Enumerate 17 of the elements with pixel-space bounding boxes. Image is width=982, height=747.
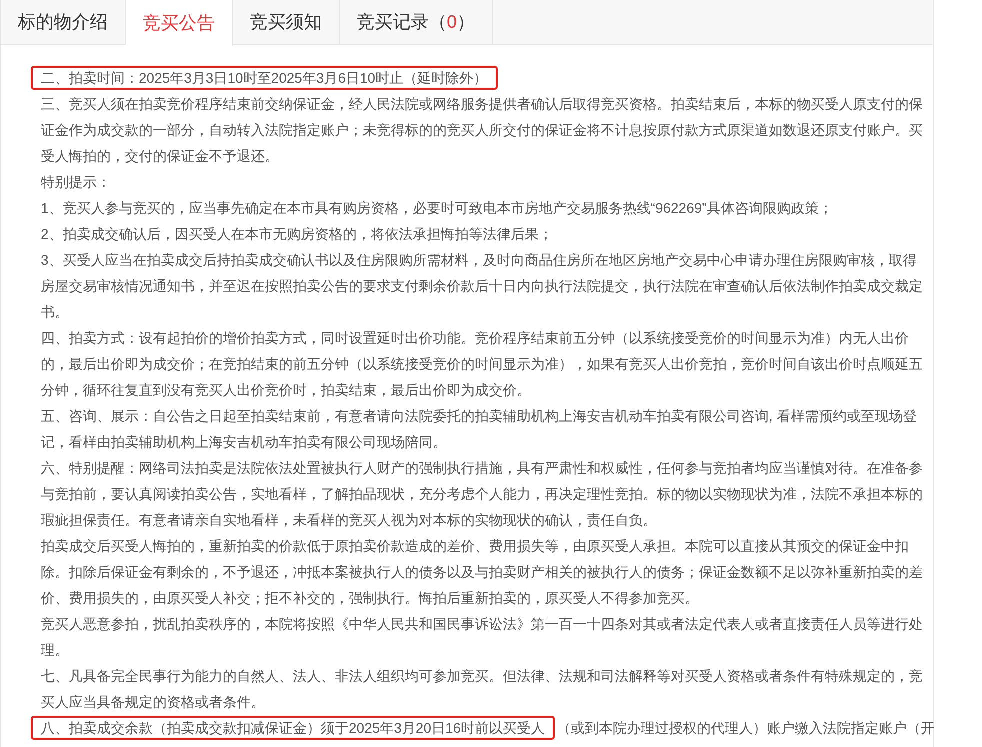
tab[interactable]: 竞买公告 bbox=[126, 0, 233, 46]
tab[interactable]: 竞买须知 bbox=[233, 0, 340, 45]
notice-text: 四、拍卖方式：设有起拍价的增价拍卖方式，同时设置延时出价功能。竞价程序结束前五分钟（以系统接受竞价的时间显示为准）内无人出价的，最后出价即为成交价；在竞拍结束的前五分钟（以系统接受竞价的时间显示为准），如果有竞买人出价竞拍，竞价时间自该出价时点顺延五分钟，循环往复直到没有竞买人出价竞价时，拍卖结束，最后出价即为成交价。 bbox=[41, 330, 923, 398]
notice-text: 2、拍卖成交确认后，因买受人在本市无购房资格的，将依法承担悔拍等法律后果； bbox=[41, 226, 553, 242]
notice-text: 七、凡具备完全民事行为能力的自然人、法人、非法人组织均可参加竞买。但法律、法规和司法解释等对买受人资格或者条件有特殊规定的，竞买人应当具备规定的资格或者条件。 bbox=[41, 668, 923, 710]
notice-text: 六、特别提醒：网络司法拍卖是法院依法处置被执行人财产的强制执行措施，具有严肃性和权威性，任何参与竞拍者均应当谨慎对待。在准备参与竞拍前，要认真阅读拍卖公告，实地看样，了解拍品现状，充分考虑个人能力，再决定理性竞拍。标的物以实物现状为准，法院不承担本标的瑕疵担保责任。有意者请亲自实地看样，未看样的竞买人视为对本标的实物现状的确认，责任自负。 bbox=[41, 460, 923, 528]
notice-text: 3、买受人应当在拍卖成交后持拍卖成交确认书以及住房限购所需材料，及时向商品住房所在地区房地产交易中心申请办理住房限购审核，取得房屋交易审核情况通知书，并至迟在按照拍卖公告的要求支付剩余价款后十日内向执行法院提交，执行法院在审查确认后依法制作拍卖成交裁定书。 bbox=[41, 252, 923, 320]
notice-text: 三、竞买人须在拍卖竞价程序结束前交纳保证金，经人民法院或网络服务提供者确认后取得竞买资格。拍卖结束后，本标的物买受人原支付的保证金作为成交款的一部分，自动转入法院指定账户；未竞得标的的竞买人所交付的保证金将不计息按原付款方式原渠道如数退还原支付账户。买受人悔拍的，交付的保证金不予退还。 bbox=[41, 96, 923, 164]
notice-text: 竞买人恶意参拍，扰乱拍卖秩序的，本院将按照《中华人民共和国民事诉讼法》第一百一十四条对其或者法定代表人或者直接责任人员等进行处理。 bbox=[41, 616, 923, 658]
notice-text: 拍卖成交后买受人悔拍的，重新拍卖的价款低于原拍卖价款造成的差价、费用损失等，由原买受人承担。本院可以直接从其预交的保证金中扣除。扣除后保证金有剩余的，不予退还，冲抵本案被执行人的债务以及与拍卖财产相关的被执行人的债务；保证金数额不足以弥补重新拍卖的差价、费用损失的，由原买受人补交；拒不补交的，强制执行。悔拍后重新拍卖的，原买受人不得参加竞买。 bbox=[41, 538, 923, 606]
notice-text: 1、竞买人参与竞买的，应当事先确定在本市具有购房资格，必要时可致电本市房地产交易服务热线“962269”具体咨询限购政策； bbox=[41, 200, 833, 216]
highlighted-text: 二、拍卖时间：2025年3月3日10时至2025年3月6日10时止（延时除外） bbox=[31, 66, 498, 90]
notice-text: （或到本院办理过授权的代理人）账户缴入法院指定账户（开 bbox=[557, 720, 936, 736]
notice-text: 特别提示： bbox=[41, 174, 111, 190]
tab[interactable]: 竞买记录（0） bbox=[340, 0, 494, 45]
notice-text: 五、咨询、展示：自公告之日起至拍卖结束前，有意者请向法院委托的拍卖辅助机构上海安吉机动车拍卖有限公司咨询, 看样需预约或至现场登记，看样由拍卖辅助机构上海安吉机动车拍卖有限公司现场陪同。 bbox=[41, 408, 917, 450]
highlighted-text: 八、拍卖成交余款（拍卖成交款扣减保证金）须于2025年3月20日16时前以买受人 bbox=[31, 716, 556, 740]
